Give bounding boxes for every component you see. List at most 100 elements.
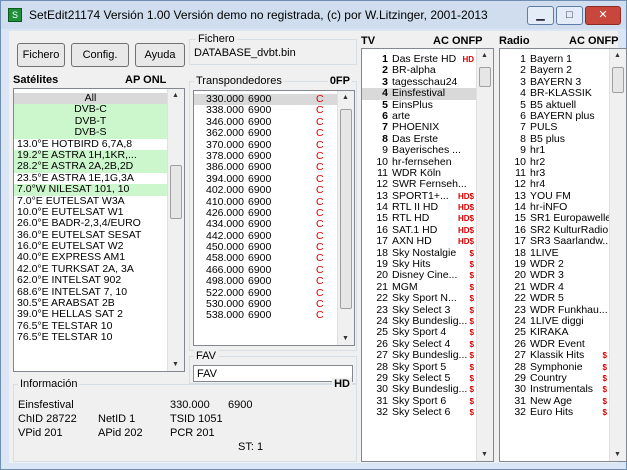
radio-channel-item[interactable]: 19 WDR 2 xyxy=(500,259,609,270)
radio-channel-item[interactable]: 2 Bayern 2 xyxy=(500,65,609,76)
scroll-up-icon[interactable]: ▲ xyxy=(614,52,621,59)
satellite-item[interactable]: 26.0°E BADR-2,3,4/EURO xyxy=(14,218,167,229)
radio-channel-item[interactable]: 27 Klassik Hits $ xyxy=(500,350,609,361)
tv-list[interactable]: 1 Das Erste HD HD 2 BR-alpha 3 tagesschau24 4 Ei… xyxy=(361,48,494,462)
radio-list[interactable]: 1 Bayern 1 2 Bayern 2 3 BAYERN 3 4 BR-KLASSIK 5 B… xyxy=(499,48,627,462)
tv-channel-item[interactable]: 9 Bayerisches ... xyxy=(362,145,476,156)
transponder-row[interactable]: 346.000 6900 C xyxy=(194,117,337,128)
config-button[interactable]: Config. xyxy=(71,43,129,67)
satellite-item[interactable]: 62.0°E INTELSAT 902 xyxy=(14,275,167,286)
minimize-button[interactable]: ▁ xyxy=(527,6,554,25)
radio-channel-item[interactable]: 23 WDR Funkhau... xyxy=(500,305,609,316)
tv-channel-item[interactable]: 8 Das Erste xyxy=(362,134,476,145)
satellite-item[interactable]: DVB-S xyxy=(14,127,167,139)
transponder-row[interactable]: 330.000 6900 C xyxy=(194,94,337,106)
radio-channel-item[interactable]: 16 SR2 KulturRadio xyxy=(500,225,609,236)
radio-channel-item[interactable]: 12 hr4 xyxy=(500,179,609,190)
transponder-row[interactable]: 538.000 6900 C xyxy=(194,310,337,321)
satellite-item[interactable]: 23.5°E ASTRA 1E,1G,3A xyxy=(14,173,167,184)
tv-channel-item[interactable]: 7 PHOENIX xyxy=(362,122,476,133)
tv-channel-item[interactable]: 30 Sky Bundeslig... $ xyxy=(362,384,476,395)
scroll-down-icon[interactable]: ▼ xyxy=(481,451,488,458)
tv-channel-item[interactable]: 32 Sky Select 6 $ xyxy=(362,407,476,418)
satellite-item[interactable]: 36.0°E EUTELSAT SESAT xyxy=(14,230,167,241)
tv-channel-item[interactable]: 14 RTL II HD HD$ xyxy=(362,202,476,213)
radio-channel-item[interactable]: 9 hr1 xyxy=(500,145,609,156)
transponder-row[interactable]: 410.000 6900 C xyxy=(194,197,337,208)
radio-channel-item[interactable]: 29 Country $ xyxy=(500,373,609,384)
satellite-item[interactable]: All xyxy=(14,93,167,105)
radio-channel-item[interactable]: 26 WDR Event xyxy=(500,339,609,350)
satellite-item[interactable]: 40.0°E EXPRESS AM1 xyxy=(14,252,167,263)
transponders-list[interactable]: 330.000 6900 C 338.000 6900 C 346.000 6900 C 362.… xyxy=(193,90,355,346)
radio-channel-item[interactable]: 20 WDR 3 xyxy=(500,270,609,281)
transponder-row[interactable]: 426.000 6900 C xyxy=(194,208,337,219)
transponder-row[interactable]: 402.000 6900 C xyxy=(194,185,337,196)
fav-input[interactable]: FAV xyxy=(193,365,353,382)
tv-channel-item[interactable]: 19 Sky Hits $ xyxy=(362,259,476,270)
satellite-item[interactable]: 19.2°E ASTRA 1H,1KR,... xyxy=(14,149,167,162)
satellite-item[interactable]: 30.5°E ARABSAT 2B xyxy=(14,298,167,309)
tv-channel-item[interactable]: 27 Sky Bundeslig... $ xyxy=(362,350,476,361)
scroll-up-icon[interactable]: ▲ xyxy=(342,94,349,101)
transponder-row[interactable]: 378.000 6900 C xyxy=(194,151,337,162)
tv-channel-item[interactable]: 2 BR-alpha xyxy=(362,65,476,76)
transponders-scrollbar[interactable]: ▲ ▼ xyxy=(337,91,354,345)
tv-channel-item[interactable]: 28 Sky Sport 5 $ xyxy=(362,362,476,373)
radio-channel-item[interactable]: 31 New Age $ xyxy=(500,396,609,407)
radio-channel-item[interactable]: 1 Bayern 1 xyxy=(500,54,609,65)
scroll-up-icon[interactable]: ▲ xyxy=(481,52,488,59)
transponder-row[interactable]: 450.000 6900 C xyxy=(194,242,337,253)
transponder-row[interactable]: 498.000 6900 C xyxy=(194,276,337,287)
radio-channel-item[interactable]: 14 hr-iNFO xyxy=(500,202,609,213)
maximize-button[interactable]: □ xyxy=(556,6,583,25)
radio-channel-item[interactable]: 15 SR1 Europawelle xyxy=(500,213,609,224)
radio-channel-item[interactable]: 25 KIRAKA xyxy=(500,327,609,338)
radio-channel-item[interactable]: 8 B5 plus xyxy=(500,134,609,145)
satellite-item[interactable]: 7.0°E EUTELSAT W3A xyxy=(14,196,167,207)
tv-channel-item[interactable]: 4 Einsfestival xyxy=(362,88,476,100)
transponder-row[interactable]: 458.000 6900 C xyxy=(194,253,337,264)
tv-channel-item[interactable]: 15 RTL HD HD$ xyxy=(362,213,476,224)
radio-channel-item[interactable]: 24 1LIVE diggi xyxy=(500,316,609,327)
tv-channel-item[interactable]: 3 tagesschau24 xyxy=(362,77,476,88)
radio-channel-item[interactable]: 30 Instrumentals $ xyxy=(500,384,609,395)
tv-channel-item[interactable]: 31 Sky Sport 6 $ xyxy=(362,396,476,407)
radio-channel-item[interactable]: 5 B5 aktuell xyxy=(500,100,609,111)
transponder-row[interactable]: 394.000 6900 C xyxy=(194,174,337,185)
satellites-scrollbar[interactable]: ▲ ▼ xyxy=(167,89,184,371)
tv-channel-item[interactable]: 11 WDR Köln xyxy=(362,168,476,179)
radio-channel-item[interactable]: 32 Euro Hits $ xyxy=(500,407,609,418)
radio-channel-item[interactable]: 22 WDR 5 xyxy=(500,293,609,304)
satellite-item[interactable]: 76.5°E TELSTAR 10 xyxy=(14,332,167,343)
tv-channel-item[interactable]: 13 SPORT1+... HD$ xyxy=(362,191,476,202)
tv-channel-item[interactable]: 25 Sky Sport 4 $ xyxy=(362,327,476,338)
transponder-row[interactable]: 338.000 6900 C xyxy=(194,105,337,116)
radio-channel-item[interactable]: 3 BAYERN 3 xyxy=(500,77,609,88)
satellite-item[interactable]: 28.2°E ASTRA 2A,2B,2D xyxy=(14,161,167,173)
tv-channel-item[interactable]: 6 arte xyxy=(362,111,476,122)
radio-channel-item[interactable]: 4 BR-KLASSIK xyxy=(500,88,609,99)
tv-channel-item[interactable]: 22 Sky Sport N... $ xyxy=(362,293,476,304)
transponder-row[interactable]: 434.000 6900 C xyxy=(194,219,337,230)
close-button[interactable]: ✕ xyxy=(585,6,621,25)
tv-channel-item[interactable]: 12 SWR Fernseh... xyxy=(362,179,476,190)
satellites-list[interactable]: All DVB-C DVB-T DVB-S 13.0°E HOTBIRD 6,7A,8 1… xyxy=(13,88,185,372)
satellite-item[interactable]: DVB-C xyxy=(14,104,167,116)
scroll-down-icon[interactable]: ▼ xyxy=(172,361,179,368)
radio-channel-item[interactable]: 11 hr3 xyxy=(500,168,609,179)
satellite-item[interactable]: DVB-T xyxy=(14,115,167,128)
radio-channel-item[interactable]: 21 WDR 4 xyxy=(500,282,609,293)
radio-channel-item[interactable]: 7 PULS xyxy=(500,122,609,133)
radio-scrollbar[interactable]: ▲ ▼ xyxy=(609,49,626,461)
fichero-button[interactable]: Fichero xyxy=(17,43,65,67)
transponder-row[interactable]: 442.000 6900 C xyxy=(194,231,337,242)
tv-channel-item[interactable]: 17 AXN HD HD$ xyxy=(362,236,476,247)
tv-channel-item[interactable]: 18 Sky Nostalgie $ xyxy=(362,248,476,259)
radio-channel-item[interactable]: 6 BAYERN plus xyxy=(500,111,609,122)
scroll-down-icon[interactable]: ▼ xyxy=(614,451,621,458)
transponder-row[interactable]: 530.000 6900 C xyxy=(194,299,337,310)
tv-channel-item[interactable]: 24 Sky Bundeslig... $ xyxy=(362,316,476,327)
satellite-item[interactable]: 68.6°E INTELSAT 7, 10 xyxy=(14,287,167,298)
satellite-item[interactable]: 7.0°W NILESAT 101, 10 xyxy=(14,184,167,196)
